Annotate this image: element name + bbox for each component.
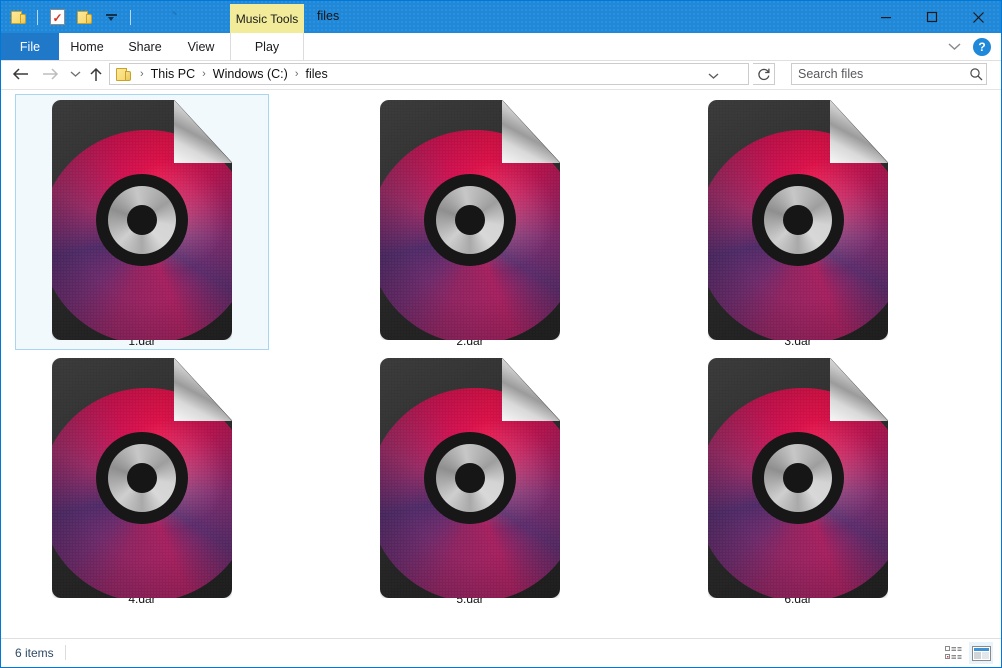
dar-file-icon (380, 358, 560, 598)
up-button[interactable] (85, 63, 107, 85)
breadcrumb-separator-1: › (140, 68, 144, 80)
new-folder-icon[interactable] (73, 6, 95, 28)
back-button[interactable] (9, 63, 31, 85)
help-button[interactable]: ? (973, 37, 991, 56)
tab-view[interactable]: View (177, 33, 225, 60)
cd-hub-hole (455, 205, 485, 235)
folder-icon[interactable] (7, 6, 29, 28)
file-item-3[interactable]: 3.dar (671, 94, 925, 350)
cd-hub-hole (783, 463, 813, 493)
ribbon-collapse-chevron-down-icon[interactable] (943, 36, 965, 58)
view-mode-buttons (941, 642, 993, 664)
tab-play[interactable]: Play (230, 33, 304, 60)
search-input[interactable] (792, 65, 966, 83)
ribbon-tab-strip: File Home Share View Play (1, 33, 1001, 60)
help-label: ? (978, 39, 986, 54)
file-item-1[interactable]: 1.dar (15, 94, 269, 350)
cd-hub-hole (455, 463, 485, 493)
tab-home[interactable]: Home (63, 33, 111, 60)
dar-file-icon (52, 358, 232, 598)
tab-file-label: File (19, 39, 41, 54)
minimize-button[interactable] (863, 1, 909, 33)
cd-hub-hole (783, 205, 813, 235)
title-bar: ✓ Music Tools files (1, 1, 1001, 33)
forward-button[interactable] (39, 63, 61, 85)
icon-grid: 1.dar 2.dar 3.dar 4.dar 5.dar 6.dar (15, 94, 985, 610)
dar-file-icon (380, 100, 560, 340)
breadcrumb-separator-3: › (294, 68, 299, 80)
tab-share-label: Share (128, 39, 162, 54)
qat-separator-2 (130, 9, 131, 25)
file-list-area[interactable]: 1.dar 2.dar 3.dar 4.dar 5.dar 6.dar (1, 89, 1001, 641)
path-dropdown-chevron-down-icon[interactable] (704, 67, 722, 85)
new-folder-glyph (76, 10, 92, 25)
dar-file-icon (708, 358, 888, 598)
properties-icon[interactable]: ✓ (46, 6, 178, 28)
item-count-label: 6 items (15, 646, 54, 660)
file-explorer-window: ✓ Music Tools files File Home Share View… (0, 0, 1002, 668)
tab-play-label: Play (254, 39, 280, 54)
tab-view-label: View (187, 39, 215, 54)
file-item-4[interactable]: 4.dar (15, 352, 269, 608)
contextual-tab-label: Music Tools (235, 11, 299, 26)
tab-home-label: Home (70, 39, 104, 54)
close-button[interactable] (955, 1, 1001, 33)
document-check-glyph: ✓ (49, 9, 178, 25)
details-view-button[interactable] (941, 642, 965, 664)
path-folder-icon (116, 67, 131, 82)
chevron-down-icon[interactable] (100, 6, 122, 28)
breadcrumb-windows-c[interactable]: Windows (C:) (213, 67, 288, 81)
window-controls (863, 1, 1001, 33)
folder-glyph (10, 10, 26, 25)
recent-locations-chevron-down-icon[interactable] (64, 63, 86, 85)
search-box[interactable] (791, 63, 987, 85)
qat-separator-1 (37, 9, 38, 25)
breadcrumb-files[interactable]: files (305, 67, 327, 81)
cd-hub-hole (127, 463, 157, 493)
breadcrumb-separator-2: › (202, 68, 206, 80)
breadcrumb-this-pc[interactable]: This PC (151, 67, 195, 81)
dar-file-icon (708, 100, 888, 340)
large-icons-view-button[interactable] (969, 642, 993, 664)
qat-caret-glyph (105, 11, 118, 24)
address-path-box[interactable]: › This PC › Windows (C:) › files (109, 63, 749, 85)
page-fold-corner (174, 100, 232, 163)
tab-file[interactable]: File (1, 33, 59, 60)
refresh-button[interactable] (753, 63, 775, 85)
file-item-6[interactable]: 6.dar (671, 352, 925, 608)
cd-hub-hole (127, 205, 157, 235)
address-bar: › This PC › Windows (C:) › files (1, 61, 1001, 87)
dar-file-icon (52, 100, 232, 340)
tab-share[interactable]: Share (119, 33, 171, 60)
status-divider (65, 645, 66, 660)
contextual-tab-music-tools[interactable]: Music Tools (230, 4, 304, 33)
search-icon[interactable] (966, 67, 986, 81)
quick-access-toolbar: ✓ (7, 5, 178, 29)
file-item-2[interactable]: 2.dar (343, 94, 597, 350)
status-bar: 6 items (1, 638, 1001, 667)
file-item-5[interactable]: 5.dar (343, 352, 597, 608)
maximize-button[interactable] (909, 1, 955, 33)
window-title: files (317, 9, 340, 23)
ribbon-right-controls: ? (943, 33, 997, 60)
